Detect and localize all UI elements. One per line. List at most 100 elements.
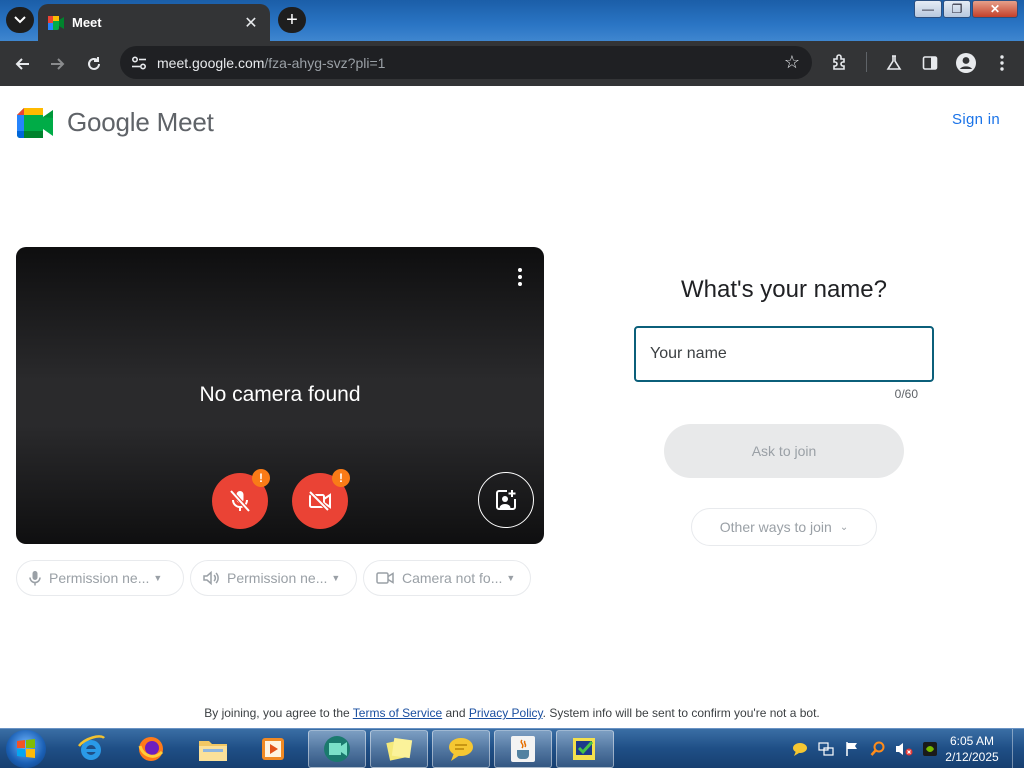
tab-search-button[interactable] — [6, 7, 34, 33]
chip-label: Permission ne... — [49, 570, 150, 586]
chevron-down-icon: ▼ — [506, 573, 516, 583]
bookmark-star-icon[interactable]: ☆ — [784, 52, 800, 73]
forward-button[interactable] — [45, 51, 71, 77]
portrait-sparkle-icon — [496, 490, 516, 510]
arrow-right-icon — [51, 58, 65, 70]
url-path: /fza-ahyg-svz?pli=1 — [264, 54, 386, 71]
firefox-icon — [138, 737, 164, 761]
volume-muted-icon[interactable] — [894, 739, 914, 759]
chevron-down-icon: ▼ — [331, 573, 341, 583]
window-controls: — ❐ ✕ — [913, 0, 1018, 18]
speech-bubble-icon — [449, 738, 473, 761]
address-bar[interactable]: meet.google.com/fza-ahyg-svz?pli=1 ☆ — [120, 46, 812, 79]
minimize-button[interactable]: — — [914, 0, 942, 18]
browser-tab-strip: Meet ✕ + — ❐ ✕ — [0, 0, 1024, 41]
name-character-counter: 0/60 — [894, 387, 918, 401]
back-button[interactable] — [9, 51, 35, 77]
consent-footer: By joining, you agree to the Terms of Se… — [0, 706, 1024, 720]
site-info-icon[interactable] — [130, 54, 148, 72]
footer-and: and — [442, 706, 469, 720]
logo-text: Google Meet — [67, 107, 214, 137]
join-heading: What's your name? — [680, 276, 887, 303]
nvidia-tray-icon[interactable] — [920, 739, 940, 759]
chip-label: Camera not fo... — [402, 570, 503, 586]
start-button[interactable] — [6, 730, 46, 768]
extensions-icon[interactable] — [828, 51, 852, 75]
taskbar-internet-explorer[interactable] — [62, 730, 120, 768]
network-tray-icon[interactable] — [816, 739, 836, 759]
camera-warning-badge: ! — [332, 469, 350, 487]
more-options-button[interactable] — [512, 265, 528, 289]
windows-logo-icon — [17, 739, 35, 758]
reload-button[interactable] — [81, 51, 107, 77]
taskbar-chrome-meet[interactable] — [308, 730, 366, 768]
windows-taskbar: 6:05 AM 2/12/2025 — [0, 728, 1024, 768]
url-host: meet.google.com — [157, 54, 265, 71]
taskbar-sticky-notes[interactable] — [370, 730, 428, 768]
side-panel-icon[interactable] — [918, 51, 942, 75]
microphone-toggle-button[interactable]: ! — [212, 469, 270, 529]
folder-icon — [199, 741, 227, 761]
action-center-flag-icon[interactable] — [842, 739, 862, 759]
terms-of-service-link[interactable]: Terms of Service — [353, 706, 442, 720]
speaker-icon — [203, 571, 219, 585]
show-desktop-button[interactable] — [1012, 729, 1024, 768]
chevron-down-icon: ▼ — [153, 573, 163, 583]
taskbar-clock[interactable]: 6:05 AM 2/12/2025 — [944, 733, 1000, 765]
internet-explorer-icon — [78, 735, 105, 760]
footer-suffix: . System info will be sent to confirm yo… — [542, 706, 820, 720]
tab-title: Meet — [72, 15, 102, 30]
labs-flask-icon[interactable] — [882, 51, 906, 75]
arrow-left-icon — [15, 58, 29, 70]
search-tray-icon[interactable] — [868, 739, 888, 759]
privacy-policy-link[interactable]: Privacy Policy — [469, 706, 543, 720]
clock-date: 2/12/2025 — [945, 750, 999, 764]
video-preview: No camera found ! ! — [16, 247, 544, 544]
mic-off-icon — [229, 489, 251, 513]
name-input[interactable] — [634, 326, 934, 382]
other-ways-to-join-button[interactable]: Other ways to join ⌄ — [691, 508, 877, 546]
chat-tray-icon[interactable] — [790, 739, 810, 759]
meet-app-icon — [324, 736, 350, 762]
chip-label: Permission ne... — [227, 570, 328, 586]
system-tray — [790, 731, 946, 767]
other-ways-label: Other ways to join — [719, 519, 832, 535]
meet-favicon-icon — [48, 15, 64, 30]
camera-toggle-button[interactable]: ! — [292, 469, 350, 529]
restore-button[interactable]: ❐ — [943, 0, 971, 18]
mic-warning-badge: ! — [252, 469, 270, 487]
camera-status-chip[interactable]: Camera not fo... ▼ — [363, 560, 531, 596]
footer-prefix: By joining, you agree to the — [204, 706, 353, 720]
taskbar-file-explorer[interactable] — [184, 730, 242, 768]
checklist-app-icon — [573, 738, 595, 760]
clock-time: 6:05 AM — [949, 734, 995, 748]
mic-icon — [29, 571, 41, 586]
camera-off-icon — [308, 491, 331, 511]
sign-in-link[interactable]: Sign in — [952, 111, 1000, 128]
profile-avatar-icon[interactable] — [954, 51, 978, 75]
taskbar-java[interactable] — [494, 730, 552, 768]
browser-toolbar: meet.google.com/fza-ahyg-svz?pli=1 ☆ — [0, 41, 1024, 86]
tab-close-icon[interactable]: ✕ — [242, 13, 260, 33]
taskbar-notepad-check[interactable] — [556, 730, 614, 768]
chevron-down-icon — [14, 16, 26, 24]
no-camera-message: No camera found — [199, 383, 361, 406]
java-icon — [511, 736, 535, 762]
browser-menu-icon[interactable] — [990, 51, 1014, 75]
google-meet-logo[interactable]: Google Meet — [17, 107, 214, 138]
speaker-permission-chip[interactable]: Permission ne... ▼ — [190, 560, 357, 596]
taskbar-firefox[interactable] — [122, 730, 180, 768]
taskbar-media-player[interactable] — [244, 730, 302, 768]
camera-icon — [376, 572, 394, 584]
close-window-button[interactable]: ✕ — [972, 0, 1018, 18]
tab-meet[interactable]: Meet ✕ — [38, 4, 270, 41]
taskbar-chat-app[interactable] — [432, 730, 490, 768]
sticky-notes-icon — [386, 737, 413, 761]
meet-logo-icon — [17, 107, 53, 138]
ask-to-join-button[interactable]: Ask to join — [664, 424, 904, 478]
media-player-icon — [262, 738, 284, 760]
new-tab-button[interactable]: + — [278, 7, 306, 33]
visual-effects-button[interactable] — [478, 472, 534, 528]
microphone-permission-chip[interactable]: Permission ne... ▼ — [16, 560, 184, 596]
toolbar-divider — [866, 52, 867, 72]
